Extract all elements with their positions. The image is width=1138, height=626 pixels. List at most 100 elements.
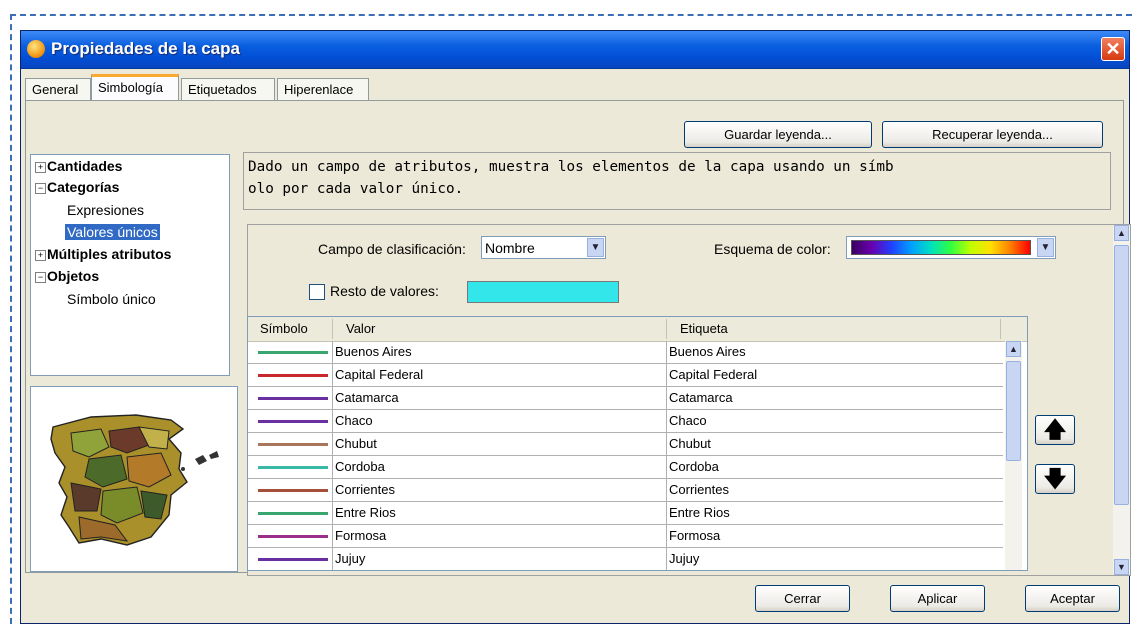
table-row[interactable]: Chaco Chaco (248, 410, 1003, 433)
scroll-up-icon[interactable]: ▲ (1006, 341, 1021, 357)
cell-divider (666, 364, 667, 386)
table-row[interactable]: Chubut Chubut (248, 433, 1003, 456)
table-row[interactable]: Capital Federal Capital Federal (248, 364, 1003, 387)
column-divider[interactable] (666, 319, 667, 339)
rest-values-color-swatch[interactable] (467, 281, 619, 303)
label-cell[interactable]: Buenos Aires (669, 344, 746, 359)
legend-type-tree: + Cantidades − Categorías Expresiones Va… (30, 154, 230, 376)
expand-icon[interactable]: + (35, 250, 46, 261)
tree-item-multiples-atributos[interactable]: Múltiples atributos (47, 246, 171, 262)
tab-general[interactable]: General (25, 78, 91, 100)
value-cell[interactable]: Cordoba (335, 459, 385, 474)
column-divider[interactable] (332, 319, 333, 339)
symbol-line[interactable] (258, 466, 328, 469)
symbol-line[interactable] (258, 374, 328, 377)
title-bar[interactable]: Propiedades de la capa ✕ (21, 31, 1129, 69)
symbol-line[interactable] (258, 443, 328, 446)
tab-hiperenlace[interactable]: Hiperenlace (277, 78, 369, 100)
table-row[interactable]: Cordoba Cordoba (248, 456, 1003, 479)
rest-values-checkbox[interactable] (309, 284, 325, 300)
label-cell[interactable]: Formosa (669, 528, 720, 543)
label-cell[interactable]: Capital Federal (669, 367, 757, 382)
label-cell[interactable]: Catamarca (669, 390, 733, 405)
scroll-down-icon[interactable]: ▼ (1114, 559, 1129, 575)
tree-item-cantidades[interactable]: Cantidades (47, 158, 122, 174)
color-scheme-select[interactable]: ▼ (846, 236, 1056, 259)
move-down-button[interactable]: 🡇 (1035, 464, 1075, 494)
tab-simbologia[interactable]: Simbología (91, 74, 179, 101)
column-header-value[interactable]: Valor (346, 321, 375, 336)
cell-divider (332, 364, 333, 386)
table-row[interactable]: Formosa Formosa (248, 525, 1003, 548)
color-scheme-label: Esquema de color: (714, 241, 831, 257)
collapse-icon[interactable]: − (35, 183, 46, 194)
symbol-line[interactable] (258, 351, 328, 354)
classification-field-select[interactable]: Nombre ▼ (481, 236, 606, 259)
label-cell[interactable]: Chaco (669, 413, 707, 428)
table-row[interactable]: Entre Rios Entre Rios (248, 502, 1003, 525)
rest-values-label: Resto de valores: (330, 283, 439, 299)
cell-divider (666, 456, 667, 478)
pane-vertical-scrollbar[interactable]: ▲ ▼ (1113, 225, 1130, 575)
apply-button[interactable]: Aplicar (890, 585, 985, 612)
label-cell[interactable]: Chubut (669, 436, 711, 451)
color-ramp-preview (851, 240, 1031, 255)
column-divider[interactable] (1000, 319, 1001, 339)
expand-icon[interactable]: + (35, 162, 46, 173)
arrow-up-icon: 🡅 (1043, 417, 1067, 442)
symbol-line[interactable] (258, 420, 328, 423)
load-legend-button[interactable]: Recuperar leyenda... (882, 121, 1103, 148)
value-cell[interactable]: Formosa (335, 528, 386, 543)
save-legend-button[interactable]: Guardar leyenda... (684, 121, 872, 148)
move-up-button[interactable]: 🡅 (1035, 415, 1075, 445)
table-header: Símbolo Valor Etiqueta (248, 317, 1027, 342)
tab-etiquetados[interactable]: Etiquetados (181, 78, 275, 100)
scroll-up-icon[interactable]: ▲ (1114, 225, 1129, 241)
close-button[interactable]: Cerrar (755, 585, 850, 612)
chevron-down-icon[interactable]: ▼ (1037, 238, 1054, 257)
layer-properties-dialog: Propiedades de la capa ✕ General Simbolo… (20, 30, 1131, 624)
tree-item-categorias[interactable]: Categorías (47, 179, 119, 195)
value-cell[interactable]: Entre Rios (335, 505, 396, 520)
label-cell[interactable]: Cordoba (669, 459, 719, 474)
symbol-line[interactable] (258, 397, 328, 400)
cell-divider (666, 410, 667, 432)
classification-field-value: Nombre (485, 240, 535, 256)
value-cell[interactable]: Corrientes (335, 482, 395, 497)
table-row[interactable]: Jujuy Jujuy (248, 548, 1003, 570)
tree-item-valores-unicos[interactable]: Valores únicos (65, 224, 160, 240)
classification-field-label: Campo de clasificación: (318, 241, 466, 257)
accept-button[interactable]: Aceptar (1025, 585, 1120, 612)
legend-preview (30, 386, 238, 572)
value-cell[interactable]: Chaco (335, 413, 373, 428)
value-cell[interactable]: Chubut (335, 436, 377, 451)
cell-divider (332, 456, 333, 478)
chevron-down-icon[interactable]: ▼ (587, 238, 604, 257)
table-row[interactable]: Buenos Aires Buenos Aires (248, 341, 1003, 364)
value-cell[interactable]: Jujuy (335, 551, 365, 566)
label-cell[interactable]: Jujuy (669, 551, 699, 566)
label-cell[interactable]: Entre Rios (669, 505, 730, 520)
scrollbar-thumb[interactable] (1006, 361, 1021, 461)
value-cell[interactable]: Catamarca (335, 390, 399, 405)
collapse-icon[interactable]: − (35, 272, 46, 283)
label-cell[interactable]: Corrientes (669, 482, 729, 497)
tree-item-objetos[interactable]: Objetos (47, 268, 99, 284)
tree-item-simbolo-unico[interactable]: Símbolo único (67, 291, 156, 307)
table-row[interactable]: Corrientes Corrientes (248, 479, 1003, 502)
screenshot-border-top (10, 14, 1132, 16)
column-header-label[interactable]: Etiqueta (680, 321, 728, 336)
table-vertical-scrollbar[interactable]: ▲ (1005, 341, 1022, 570)
table-row[interactable]: Catamarca Catamarca (248, 387, 1003, 410)
column-header-symbol[interactable]: Símbolo (260, 321, 308, 336)
tree-item-expresiones[interactable]: Expresiones (67, 202, 144, 218)
close-icon[interactable]: ✕ (1101, 37, 1125, 61)
value-cell[interactable]: Buenos Aires (335, 344, 412, 359)
scrollbar-thumb[interactable] (1114, 245, 1129, 505)
symbol-line[interactable] (258, 535, 328, 538)
symbol-line[interactable] (258, 558, 328, 561)
cell-divider (332, 387, 333, 409)
value-cell[interactable]: Capital Federal (335, 367, 423, 382)
symbol-line[interactable] (258, 489, 328, 492)
symbol-line[interactable] (258, 512, 328, 515)
